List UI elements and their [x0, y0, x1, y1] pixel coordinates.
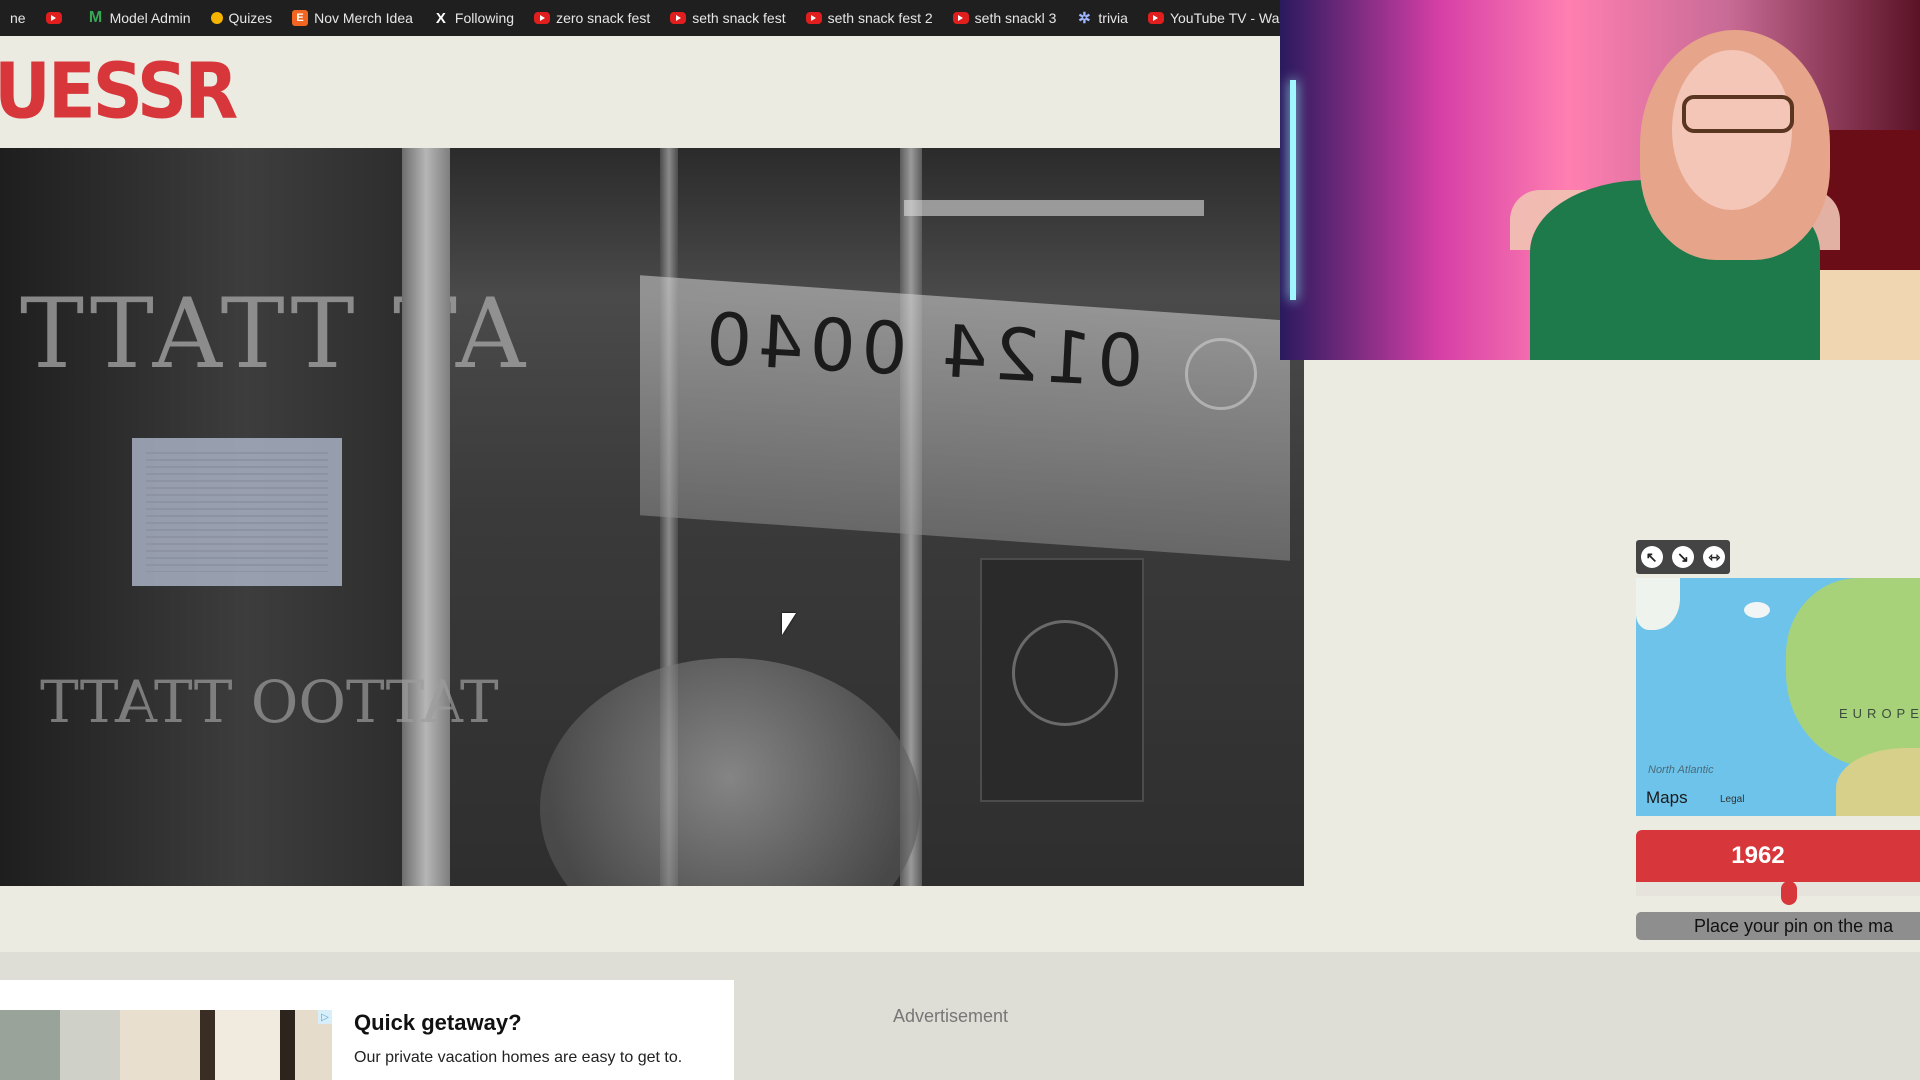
youtube-icon: [952, 12, 969, 24]
window-notice: [132, 438, 342, 586]
pin-map-icon[interactable]: ⇿: [1703, 546, 1726, 568]
apple-maps-logo: Maps: [1646, 788, 1688, 807]
street-view-photo[interactable]: TTATT TA 0124 0040 TATTOO TTATT: [0, 148, 1304, 886]
adchoices-icon[interactable]: ▷: [318, 1010, 332, 1024]
storefront-pillar: [402, 148, 450, 886]
guess-map[interactable]: EUROPE North Atlantic Maps Legal: [1636, 578, 1920, 816]
bookmark-item[interactable]: [36, 12, 78, 24]
shrink-map-icon[interactable]: ↘: [1671, 546, 1694, 568]
year-slider-thumb[interactable]: [1781, 881, 1798, 905]
bookmark-item-zero-snack-fest[interactable]: zero snack fest: [524, 10, 660, 26]
map-ocean-label: North Atlantic: [1648, 764, 1714, 776]
youtube-icon: [670, 12, 687, 24]
neon-light: [1290, 80, 1296, 300]
bookmark-item-model-admin[interactable]: M Model Admin: [78, 9, 201, 26]
map-toolbar: ↖ ↘ ⇿: [1636, 540, 1730, 574]
storefront-lettering-lower: TATTOO TTATT: [40, 668, 499, 736]
site-logo[interactable]: UESSR: [0, 46, 238, 136]
map-legal-link[interactable]: Legal: [1720, 794, 1744, 805]
bookmark-item-trivia[interactable]: ✲ trivia: [1066, 10, 1138, 27]
map-land-greenland: [1636, 578, 1680, 630]
x-icon: X: [432, 10, 449, 27]
bookmark-item-nov-merch[interactable]: E Nov Merch Idea: [282, 10, 423, 26]
mouse-cursor-icon: [782, 613, 796, 635]
advertisement-label: Advertisement: [893, 1006, 1009, 1026]
map-land-europe: [1786, 578, 1920, 768]
streamer-glasses: [1682, 95, 1794, 133]
bookmark-item-quizes[interactable]: Quizes: [201, 10, 283, 26]
bookmark-item[interactable]: ne: [0, 10, 36, 26]
year-display: 1962: [1636, 830, 1920, 882]
lightbulb-icon: [210, 12, 223, 24]
youtube-icon: [45, 12, 62, 24]
reflection-blur: [540, 658, 920, 886]
map-region-label: EUROPE: [1839, 706, 1920, 721]
youtube-icon: [805, 12, 822, 24]
year-slider-track[interactable]: [1636, 882, 1920, 896]
ad-image[interactable]: [0, 1010, 332, 1080]
etsy-icon: E: [292, 10, 309, 26]
star-icon: ✲: [1076, 10, 1093, 27]
youtube-icon: [534, 12, 551, 24]
expand-map-icon[interactable]: ↖: [1640, 546, 1663, 568]
webcam-overlay: [1280, 0, 1920, 360]
awning-bar: [904, 200, 1204, 216]
map-land-iceland: [1744, 602, 1770, 618]
ad-title[interactable]: Quick getaway?: [354, 1010, 522, 1036]
bookmarks-bar: ne M Model Admin Quizes E Nov Merch Idea X…: [0, 0, 1280, 36]
gmail-icon: M: [87, 9, 104, 26]
bookmark-item-seth-snack-fest[interactable]: seth snack fest: [660, 10, 795, 26]
bookmark-item-following[interactable]: X Following: [423, 10, 524, 27]
bookmark-item-seth-snackl-3[interactable]: seth snackl 3: [943, 10, 1067, 26]
place-pin-button[interactable]: Place your pin on the ma: [1636, 912, 1920, 940]
youtube-icon: [1147, 12, 1164, 24]
page-header: UESSR: [0, 36, 1280, 148]
bookmark-item-youtube-tv[interactable]: YouTube TV - Wa: [1138, 10, 1280, 26]
ad-subtitle: Our private vacation homes are easy to g…: [354, 1049, 683, 1066]
bookmark-item-seth-snack-fest-2[interactable]: seth snack fest 2: [796, 10, 943, 26]
storefront-lettering: TTATT TA: [20, 278, 530, 390]
window-poster: [980, 558, 1144, 802]
window-seal: [1185, 338, 1257, 410]
